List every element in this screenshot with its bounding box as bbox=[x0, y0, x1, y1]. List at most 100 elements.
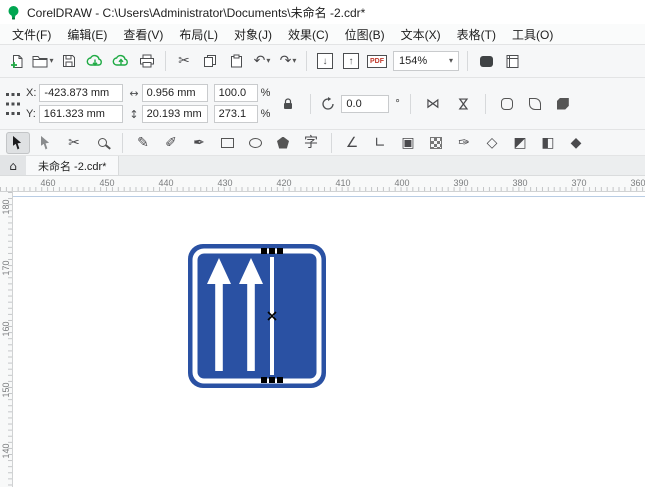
ruler-label: 440 bbox=[158, 178, 174, 188]
percent-label: % bbox=[260, 108, 271, 120]
smart-fill-tool[interactable]: ◧ bbox=[536, 132, 560, 154]
freehand-tool[interactable]: ✎ bbox=[131, 132, 155, 154]
eyedropper-tool[interactable]: ✑ bbox=[452, 132, 476, 154]
copy-button[interactable] bbox=[198, 49, 222, 73]
drawing-canvas[interactable] bbox=[13, 192, 645, 487]
open-folder-icon bbox=[32, 56, 48, 68]
menubar: 文件(F) 编辑(E) 查看(V) 布局(L) 对象(J) 效果(C) 位图(B) 文本(X)… bbox=[0, 24, 645, 45]
mirror-horizontal-button[interactable]: ⋈ bbox=[421, 92, 445, 116]
text-tool[interactable]: 字 bbox=[299, 132, 323, 154]
cloud-save-icon bbox=[112, 54, 128, 66]
save-button[interactable] bbox=[57, 49, 81, 73]
shape-tool[interactable] bbox=[34, 132, 58, 154]
pick-tool[interactable] bbox=[6, 131, 30, 154]
open-document-button[interactable]: ▾ bbox=[31, 49, 55, 73]
vertical-ruler[interactable]: 180 170 160 150 140 bbox=[0, 192, 13, 487]
ruler-label: 390 bbox=[453, 178, 469, 188]
undo-button[interactable]: ↶ ▾ bbox=[250, 49, 274, 73]
export-icon: ↑ bbox=[343, 53, 359, 69]
home-button[interactable]: ⌂ bbox=[0, 156, 26, 175]
outline-pen-tool[interactable]: ◇ bbox=[480, 132, 504, 154]
transparency-tool[interactable] bbox=[424, 132, 448, 154]
x-position-input[interactable]: -423.873 mm bbox=[39, 84, 124, 102]
drop-shadow-tool[interactable]: ▣ bbox=[396, 132, 420, 154]
lock-ratio-button[interactable] bbox=[276, 92, 300, 116]
connector-tool[interactable]: ∟ bbox=[368, 132, 392, 154]
menu-object[interactable]: 对象(J) bbox=[226, 24, 280, 45]
separator bbox=[310, 93, 312, 114]
selection-handle[interactable] bbox=[277, 377, 283, 383]
connector-icon: ∟ bbox=[374, 134, 386, 151]
property-bar: X: -423.873 mm Y: 161.323 mm ↔ 0.956 mm bbox=[0, 78, 645, 130]
lock-icon bbox=[284, 97, 293, 109]
selection-handle[interactable] bbox=[261, 377, 267, 383]
import-button[interactable]: ↓ bbox=[313, 49, 337, 73]
ruler-label: 380 bbox=[512, 178, 528, 188]
crop-tool[interactable]: ✂ bbox=[62, 132, 86, 154]
corner-scalloped-button[interactable] bbox=[524, 93, 546, 115]
chevron-down-icon: ▾ bbox=[448, 56, 453, 65]
menu-tools[interactable]: 工具(O) bbox=[504, 24, 561, 45]
workspace: 180 170 160 150 140 bbox=[0, 192, 645, 487]
save-to-cloud-button[interactable] bbox=[109, 49, 133, 73]
corner-chamfered-button[interactable] bbox=[552, 93, 574, 115]
interactive-fill-tool[interactable]: ◩ bbox=[508, 132, 532, 154]
outline-pen-icon: ◇ bbox=[486, 134, 498, 151]
menu-file[interactable]: 文件(F) bbox=[4, 24, 59, 45]
document-tab[interactable]: 未命名 -2.cdr* bbox=[26, 156, 120, 175]
standard-toolbar: ▾ ✂ ↶ ▾ ↷ ▾ ↓ ↑ PDF 154% ▾ bbox=[0, 45, 645, 78]
artistic-media-tool[interactable]: ✐ bbox=[159, 132, 183, 154]
show-rulers-button[interactable] bbox=[500, 49, 524, 73]
ellipse-tool[interactable] bbox=[243, 132, 267, 154]
selection-handle[interactable] bbox=[277, 248, 283, 254]
artistic-media-icon: ✐ bbox=[165, 134, 177, 151]
print-button[interactable] bbox=[135, 49, 159, 73]
open-from-cloud-button[interactable] bbox=[83, 49, 107, 73]
cut-button[interactable]: ✂ bbox=[172, 49, 196, 73]
object-height-input[interactable]: 20.193 mm bbox=[141, 105, 208, 123]
new-document-button[interactable] bbox=[5, 49, 29, 73]
object-position-icon bbox=[6, 92, 20, 115]
zoom-tool[interactable] bbox=[90, 132, 114, 154]
menu-layout[interactable]: 布局(L) bbox=[171, 24, 226, 45]
scale-horizontal-input[interactable]: 100.0 bbox=[213, 84, 258, 102]
copy-icon bbox=[204, 55, 216, 67]
menu-view[interactable]: 查看(V) bbox=[115, 24, 171, 45]
rotation-angle-input[interactable]: 0.0 bbox=[341, 94, 390, 113]
separator bbox=[306, 51, 307, 71]
export-button[interactable]: ↑ bbox=[339, 49, 363, 73]
rotation-icon bbox=[322, 96, 335, 110]
zoom-level-combobox[interactable]: 154% ▾ bbox=[393, 51, 459, 71]
publish-to-pdf-button[interactable]: PDF bbox=[365, 49, 389, 73]
redo-button[interactable]: ↷ ▾ bbox=[276, 49, 300, 73]
ruler-label: 450 bbox=[99, 178, 115, 188]
selection-handle[interactable] bbox=[261, 248, 267, 254]
percent-label: % bbox=[260, 87, 271, 99]
rectangle-tool[interactable] bbox=[215, 132, 239, 154]
menu-edit[interactable]: 编辑(E) bbox=[59, 24, 115, 45]
horizontal-ruler[interactable]: 460 450 440 430 420 410 400 390 380 370 360 bbox=[0, 176, 645, 192]
scale-vertical-input[interactable]: 273.1 bbox=[213, 105, 258, 123]
chevron-down-icon[interactable]: ▾ bbox=[292, 57, 296, 65]
chevron-down-icon[interactable]: ▾ bbox=[49, 57, 53, 65]
print-icon bbox=[140, 54, 154, 68]
object-width-input[interactable]: 0.956 mm bbox=[141, 84, 208, 102]
paste-button[interactable] bbox=[224, 49, 248, 73]
selection-handle[interactable] bbox=[269, 248, 275, 254]
selection-handle[interactable] bbox=[269, 377, 275, 383]
edit-fill-tool[interactable]: ◆ bbox=[564, 132, 588, 154]
polygon-tool[interactable] bbox=[271, 132, 295, 154]
sign-object-wrapper bbox=[187, 243, 327, 394]
fullscreen-preview-button[interactable] bbox=[474, 49, 498, 73]
pen-tool[interactable]: ✒ bbox=[187, 132, 211, 154]
menu-bitmaps[interactable]: 位图(B) bbox=[337, 24, 393, 45]
menu-text[interactable]: 文本(X) bbox=[393, 24, 449, 45]
parallel-dimension-tool[interactable]: ∠ bbox=[340, 132, 364, 154]
menu-effects[interactable]: 效果(C) bbox=[280, 24, 337, 45]
traffic-sign-object[interactable] bbox=[187, 243, 327, 389]
menu-table[interactable]: 表格(T) bbox=[449, 24, 504, 45]
chevron-down-icon[interactable]: ▾ bbox=[266, 57, 270, 65]
y-position-input[interactable]: 161.323 mm bbox=[38, 105, 123, 123]
mirror-vertical-button[interactable]: ⋈ bbox=[451, 92, 475, 116]
corner-round-button[interactable] bbox=[496, 93, 518, 115]
